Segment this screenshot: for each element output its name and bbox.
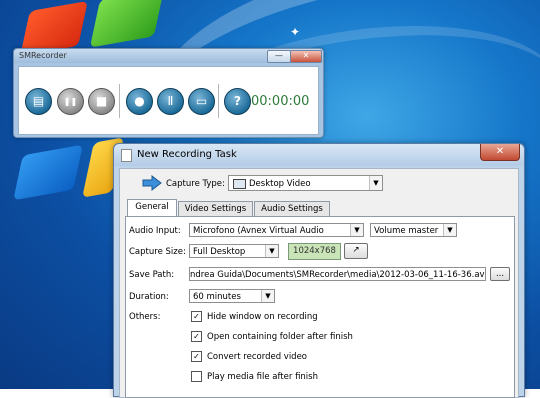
smrecorder-window: SMRecorder — ✕ ▤ ❚❚ ■ ● Ⅱ ▭ ? 00:00:00 (13, 48, 324, 138)
option-label: Open containing folder after finish (207, 332, 353, 342)
comment-icon[interactable]: ● (126, 88, 153, 115)
save-path-label: Save Path: (129, 270, 175, 280)
tab-audio-settings[interactable]: Audio Settings (254, 201, 330, 216)
duration-label: Duration: (129, 292, 169, 302)
audio-input-value: Microfono (Avnex Virtual Audio (193, 226, 324, 236)
chevron-down-icon: ▼ (261, 290, 274, 302)
capture-size-label: Capture Size: (129, 247, 186, 257)
film-icon (233, 179, 246, 189)
stop-icon[interactable]: ■ (88, 88, 115, 115)
folder-icon[interactable]: ▭ (188, 88, 215, 115)
volume-select[interactable]: Volume master ▼ (370, 223, 457, 237)
audio-input-select[interactable]: Microfono (Avnex Virtual Audio ▼ (189, 223, 364, 237)
volume-value: Volume master (374, 226, 439, 236)
capture-size-value: Full Desktop (193, 247, 246, 257)
toolbar-separator (119, 84, 120, 118)
others-label: Others: (129, 312, 161, 322)
windows-logo-green-pane (89, 0, 165, 48)
chevron-down-icon: ▼ (369, 176, 382, 190)
capture-type-select[interactable]: Desktop Video ▼ (228, 175, 383, 191)
new-recording-icon[interactable]: ▤ (25, 88, 52, 115)
close-button[interactable]: ✕ (290, 50, 322, 63)
recorder-toolbar: ▤ ❚❚ ■ ● Ⅱ ▭ ? 00:00:00 (18, 66, 319, 135)
option-label: Hide window on recording (207, 312, 318, 322)
general-panel: Audio Input: Microfono (Avnex Virtual Au… (125, 216, 515, 398)
recorder-titlebar[interactable]: SMRecorder — ✕ (14, 49, 323, 63)
chevron-down-icon: ▼ (443, 224, 456, 236)
bird-icon: ✦ (290, 25, 301, 39)
capture-size-select[interactable]: Full Desktop ▼ (189, 244, 279, 258)
toolbar-separator (218, 84, 219, 118)
minimize-button[interactable]: — (267, 50, 291, 63)
tab-general[interactable]: General (127, 199, 177, 216)
cursor-icon: ↗ (352, 245, 360, 255)
save-path-value: ndrea Guida\Documents\SMRecorder\media\2… (190, 270, 486, 280)
capture-type-value: Desktop Video (249, 179, 311, 189)
checkbox-open-folder[interactable]: ✓ (191, 331, 202, 342)
duration-value: 60 minutes (193, 292, 241, 302)
tools-icon[interactable]: Ⅱ (157, 88, 184, 115)
dialog-titlebar[interactable]: New Recording Task ✕ (114, 144, 524, 166)
save-path-input[interactable]: ndrea Guida\Documents\SMRecorder\media\2… (189, 267, 486, 281)
new-recording-task-dialog: New Recording Task ✕ Capture Type: Deskt… (113, 143, 525, 398)
chevron-down-icon: ▼ (350, 224, 363, 236)
resolution-display: 1024x768 (288, 243, 341, 260)
document-icon (121, 149, 132, 162)
close-button[interactable]: ✕ (480, 144, 520, 161)
option-label: Convert recorded video (207, 352, 308, 362)
pick-region-button[interactable]: ↗ (344, 243, 368, 259)
checkbox-play-media[interactable] (191, 371, 202, 382)
capture-type-label: Capture Type: (166, 179, 225, 189)
audio-input-label: Audio Input: (129, 226, 181, 236)
duration-select[interactable]: 60 minutes ▼ (189, 289, 275, 303)
checkbox-hide-window[interactable]: ✓ (191, 311, 202, 322)
arrow-right-icon (142, 175, 162, 191)
help-icon[interactable]: ? (224, 88, 251, 115)
browse-button[interactable]: ... (490, 267, 510, 281)
option-label: Play media file after finish (207, 372, 318, 382)
dialog-content: Capture Type: Desktop Video ▼ General Vi… (119, 168, 519, 398)
checkbox-convert-video[interactable]: ✓ (191, 351, 202, 362)
pause-icon[interactable]: ❚❚ (57, 88, 84, 115)
dialog-title: New Recording Task (137, 149, 237, 160)
recording-timer: 00:00:00 (251, 94, 310, 109)
windows-logo-blue-pane (13, 144, 83, 201)
recorder-title: SMRecorder (19, 51, 67, 60)
chevron-down-icon: ▼ (265, 245, 278, 257)
tab-video-settings[interactable]: Video Settings (178, 201, 253, 216)
